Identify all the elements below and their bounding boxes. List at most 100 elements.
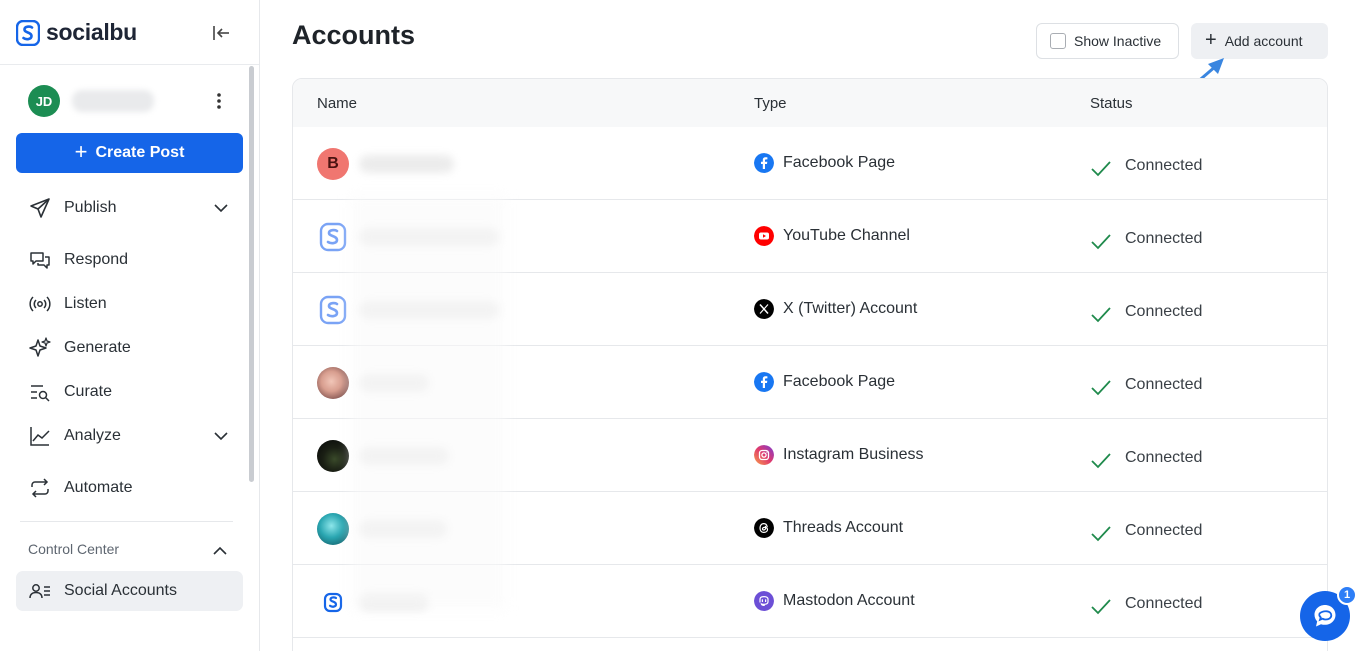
broadcast-icon	[29, 296, 51, 312]
sidebar-item-analyze[interactable]: Analyze	[28, 421, 233, 451]
show-inactive-checkbox[interactable]	[1050, 33, 1066, 49]
checkmark-icon	[1091, 307, 1111, 323]
account-type-cell: Threads Account	[754, 518, 903, 538]
teal-photo-avatar	[317, 513, 349, 545]
redaction-blur-overlay	[350, 195, 506, 610]
account-status-label: Connected	[1125, 449, 1203, 466]
socialbu-logo-avatar	[319, 222, 347, 252]
checkmark-icon	[1091, 161, 1111, 177]
column-header-name: Name	[317, 95, 358, 112]
user-name-redacted	[72, 90, 154, 112]
sidebar-item-automate[interactable]: Automate	[28, 473, 233, 503]
sidebar-item-generate[interactable]: Generate	[28, 333, 233, 363]
nav-divider	[20, 521, 233, 522]
portrait-photo-avatar	[317, 367, 349, 399]
user-profile[interactable]: JD	[28, 85, 238, 117]
sidebar-item-listen[interactable]: Listen	[28, 289, 233, 319]
table-row[interactable]: B Facebook Page Connected	[293, 127, 1327, 200]
account-type-label: Instagram Business	[783, 446, 924, 463]
create-post-label: Create Post	[95, 144, 185, 161]
night-photo-avatar	[317, 440, 349, 472]
account-type-cell: Instagram Business	[754, 445, 924, 465]
sidebar-item-label: Automate	[64, 479, 133, 496]
mastodon-icon	[754, 591, 774, 611]
plus-icon: +	[74, 139, 88, 164]
table-header: Name Type Status	[293, 79, 1327, 127]
sidebar-scrollbar[interactable]	[249, 66, 254, 482]
account-status-cell: Connected	[1090, 591, 1202, 617]
add-account-label: Add account	[1224, 33, 1303, 49]
checkmark-icon	[1091, 599, 1111, 615]
sidebar-item-label: Respond	[64, 251, 129, 268]
sidebar-item-respond[interactable]: Respond	[28, 245, 233, 275]
plus-icon: +	[1205, 29, 1217, 51]
x-twitter-icon	[754, 299, 774, 319]
column-header-status: Status	[1090, 95, 1133, 112]
account-type-label: X (Twitter) Account	[783, 300, 918, 317]
column-header-type: Type	[754, 95, 787, 112]
account-name-redacted	[359, 155, 454, 173]
sidebar-item-label: Social Accounts	[64, 582, 177, 599]
sidebar-item-label: Analyze	[64, 427, 121, 444]
chat-bubbles-icon	[30, 252, 50, 269]
checkmark-icon	[1091, 453, 1111, 469]
threads-icon	[754, 518, 774, 538]
account-type-label: Mastodon Account	[783, 592, 915, 609]
sidebar-item-label: Curate	[64, 383, 113, 400]
account-status-cell: Connected	[1090, 153, 1202, 179]
sidebar-item-label: Publish	[64, 199, 117, 216]
list-search-icon	[31, 385, 50, 402]
youtube-icon	[754, 226, 774, 246]
account-status-label: Connected	[1125, 522, 1203, 539]
show-inactive-label: Show Inactive	[1074, 33, 1162, 49]
account-status-label: Connected	[1125, 157, 1203, 174]
checkmark-icon	[1091, 380, 1111, 396]
account-type-cell: YouTube Channel	[754, 226, 910, 246]
instagram-icon	[754, 445, 774, 465]
sidebar-divider	[0, 64, 259, 65]
more-options-icon[interactable]	[210, 89, 228, 113]
account-type-label: YouTube Channel	[783, 227, 910, 244]
brand[interactable]: socialbu	[16, 19, 137, 46]
account-status-label: Connected	[1125, 303, 1203, 320]
account-type-cell: Facebook Page	[754, 372, 895, 392]
sidebar-item-publish[interactable]: Publish	[28, 193, 233, 223]
user-list-icon	[29, 584, 50, 599]
control-center-label: Control Center	[28, 541, 120, 557]
sidebar-item-social-accounts[interactable]: Social Accounts	[16, 571, 243, 611]
user-avatar: JD	[28, 85, 60, 117]
account-status-label: Connected	[1125, 230, 1203, 247]
sidebar-item-label: Listen	[64, 295, 107, 312]
account-status-cell: Connected	[1090, 226, 1202, 252]
collapse-sidebar-icon[interactable]	[210, 22, 232, 44]
page-title: Accounts	[292, 20, 416, 50]
account-status-cell: Connected	[1090, 372, 1202, 398]
chevron-down-icon	[214, 432, 228, 441]
account-type-cell: Mastodon Account	[754, 591, 915, 611]
account-type-label: Threads Account	[783, 519, 904, 536]
account-type-label: Facebook Page	[783, 154, 896, 171]
chevron-up-icon[interactable]	[212, 543, 228, 559]
line-chart-icon	[30, 427, 50, 446]
account-name-cell: B	[317, 148, 454, 180]
account-type-cell: Facebook Page	[754, 153, 895, 173]
account-status-cell: Connected	[1090, 518, 1202, 544]
sidebar-item-curate[interactable]: Curate	[28, 377, 233, 407]
checkmark-icon	[1091, 234, 1111, 250]
sparkle-icon	[29, 337, 51, 357]
repeat-icon	[31, 478, 49, 498]
letter-b-avatar: B	[317, 148, 349, 180]
chat-notification-badge: 1	[1337, 585, 1357, 605]
create-post-button[interactable]: + Create Post	[16, 133, 243, 173]
brand-name: socialbu	[46, 19, 137, 45]
account-type-label: Facebook Page	[783, 373, 896, 390]
chat-support-icon	[1314, 605, 1336, 627]
account-status-cell: Connected	[1090, 445, 1202, 471]
paper-plane-icon	[30, 198, 50, 218]
account-type-cell: X (Twitter) Account	[754, 299, 917, 319]
facebook-icon	[754, 372, 774, 392]
sidebar-item-label: Generate	[64, 339, 131, 356]
account-status-label: Connected	[1125, 595, 1203, 612]
sidebar: socialbu JD + Create Post Publish Respon…	[0, 0, 260, 651]
chevron-down-icon	[214, 204, 228, 213]
